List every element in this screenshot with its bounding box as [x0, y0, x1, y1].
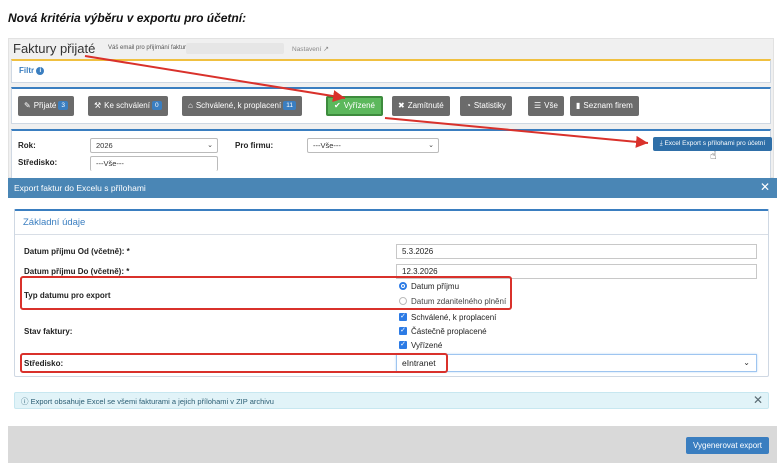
arrow-tab-to-export: [384, 117, 649, 148]
arrow-title-to-tab: [84, 55, 346, 103]
annotation-arrows: [84, 55, 649, 148]
